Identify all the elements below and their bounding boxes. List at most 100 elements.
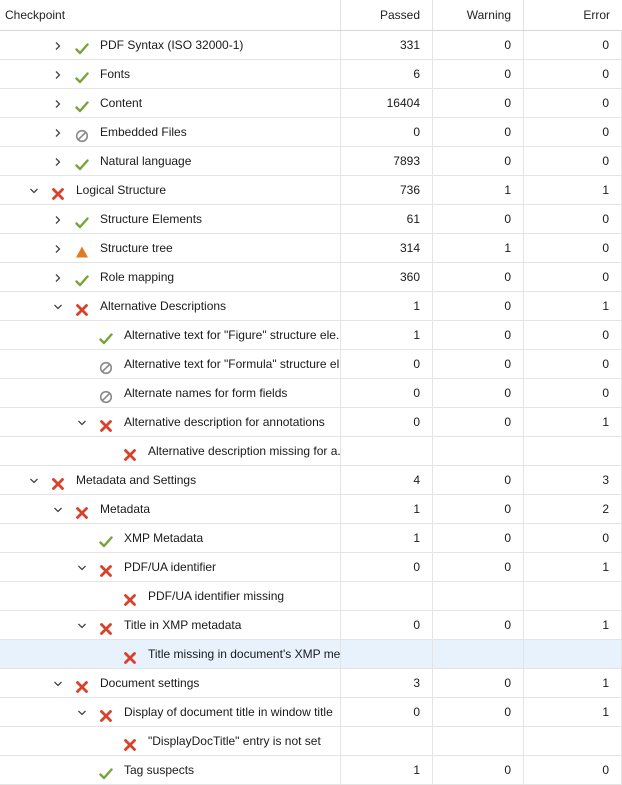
checkpoint-label: Role mapping xyxy=(100,270,175,284)
warning-count: 0 xyxy=(433,524,524,552)
tree-row[interactable]: Logical Structure 736 1 1 xyxy=(0,176,622,205)
tree-row[interactable]: Alternative description for annotations 0… xyxy=(0,408,622,437)
chevron-right-icon[interactable] xyxy=(51,147,65,175)
checkpoint-label: Alternative text for "Figure" structure … xyxy=(124,328,341,342)
checkpoint-cell: Alternative text for "Figure" structure … xyxy=(0,321,341,349)
tree-row[interactable]: "DisplayDocTitle" entry is not set xyxy=(0,727,622,756)
error-count: 1 xyxy=(524,669,622,697)
check-icon xyxy=(75,212,89,229)
warning-count: 1 xyxy=(433,234,524,262)
tree-row[interactable]: Alternative Descriptions 1 0 1 xyxy=(0,292,622,321)
error-count: 1 xyxy=(524,408,622,436)
chevron-down-icon[interactable] xyxy=(51,292,65,320)
tree-row[interactable]: Title missing in document's XMP meta... xyxy=(0,640,622,669)
error-count: 0 xyxy=(524,756,622,784)
column-header-error[interactable]: Error xyxy=(524,0,622,30)
passed-count: 0 xyxy=(341,379,433,407)
passed-count: 61 xyxy=(341,205,433,233)
tree-row[interactable]: Display of document title in window titl… xyxy=(0,698,622,727)
error-x-icon xyxy=(99,560,113,577)
checkpoint-cell: Metadata xyxy=(0,495,341,523)
error-count: 1 xyxy=(524,176,622,204)
chevron-down-icon[interactable] xyxy=(27,176,41,204)
chevron-down-icon[interactable] xyxy=(27,466,41,494)
tree-row[interactable]: Content 16404 0 0 xyxy=(0,89,622,118)
chevron-right-icon[interactable] xyxy=(51,31,65,59)
tree-row[interactable]: Structure tree 314 1 0 xyxy=(0,234,622,263)
checkpoint-cell: Fonts xyxy=(0,60,341,88)
warning-count xyxy=(433,582,524,610)
column-header-passed[interactable]: Passed xyxy=(341,0,433,30)
warning-count: 0 xyxy=(433,669,524,697)
chevron-down-icon[interactable] xyxy=(51,669,65,697)
tree-row[interactable]: Alternative text for "Figure" structure … xyxy=(0,321,622,350)
tree-row[interactable]: Document settings 3 0 1 xyxy=(0,669,622,698)
column-header-checkpoint[interactable]: Checkpoint xyxy=(0,0,341,30)
tree-row[interactable]: Natural language 7893 0 0 xyxy=(0,147,622,176)
warning-count: 0 xyxy=(433,698,524,726)
tree-row[interactable]: XMP Metadata 1 0 0 xyxy=(0,524,622,553)
error-count: 0 xyxy=(524,263,622,291)
checkpoint-label: Alternative Descriptions xyxy=(100,299,227,313)
checkpoint-cell: Tag suspects xyxy=(0,756,341,784)
tree-row[interactable]: Alternative text for "Formula" structure… xyxy=(0,350,622,379)
warning-count: 0 xyxy=(433,263,524,291)
skipped-icon xyxy=(99,386,113,404)
tree-row[interactable]: Fonts 6 0 0 xyxy=(0,60,622,89)
error-count: 0 xyxy=(524,350,622,378)
checkpoint-cell: PDF Syntax (ISO 32000-1) xyxy=(0,31,341,59)
checkpoint-label: PDF/UA identifier missing xyxy=(148,589,285,603)
tree-row[interactable]: PDF Syntax (ISO 32000-1) 331 0 0 xyxy=(0,31,622,60)
warning-count: 0 xyxy=(433,89,524,117)
check-icon xyxy=(99,531,113,548)
check-icon xyxy=(75,67,89,84)
error-x-icon xyxy=(99,415,113,432)
passed-count: 0 xyxy=(341,611,433,639)
chevron-down-icon[interactable] xyxy=(75,408,89,436)
check-icon xyxy=(99,763,113,780)
error-x-icon xyxy=(123,444,137,461)
passed-count: 3 xyxy=(341,669,433,697)
tree-row[interactable]: PDF/UA identifier 0 0 1 xyxy=(0,553,622,582)
passed-count: 360 xyxy=(341,263,433,291)
checkpoint-cell: Logical Structure xyxy=(0,176,341,204)
tree-row[interactable]: Title in XMP metadata 0 0 1 xyxy=(0,611,622,640)
warning-count: 0 xyxy=(433,31,524,59)
checkpoint-cell: Title in XMP metadata xyxy=(0,611,341,639)
tree-row[interactable]: PDF/UA identifier missing xyxy=(0,582,622,611)
chevron-down-icon[interactable] xyxy=(75,553,89,581)
chevron-right-icon[interactable] xyxy=(51,118,65,146)
warning-count xyxy=(433,437,524,465)
passed-count: 16404 xyxy=(341,89,433,117)
tree-row[interactable]: Metadata 1 0 2 xyxy=(0,495,622,524)
checkpoint-cell: Alternative description missing for a... xyxy=(0,437,341,465)
error-count: 0 xyxy=(524,89,622,117)
chevron-right-icon[interactable] xyxy=(51,89,65,117)
warning-count: 0 xyxy=(433,292,524,320)
chevron-right-icon[interactable] xyxy=(51,263,65,291)
checkpoint-label: "DisplayDocTitle" entry is not set xyxy=(148,734,321,748)
chevron-down-icon[interactable] xyxy=(75,698,89,726)
chevron-down-icon[interactable] xyxy=(75,611,89,639)
passed-count: 331 xyxy=(341,31,433,59)
checkpoint-label: Document settings xyxy=(100,676,200,690)
chevron-right-icon[interactable] xyxy=(51,60,65,88)
checkpoint-tree-grid: Checkpoint Passed Warning Error PDF Synt… xyxy=(0,0,622,785)
tree-row[interactable]: Metadata and Settings 4 0 3 xyxy=(0,466,622,495)
chevron-down-icon[interactable] xyxy=(51,495,65,523)
checkpoint-cell: XMP Metadata xyxy=(0,524,341,552)
chevron-right-icon[interactable] xyxy=(51,234,65,262)
tree-row[interactable]: Tag suspects 1 0 0 xyxy=(0,756,622,785)
passed-count: 1 xyxy=(341,756,433,784)
passed-count: 0 xyxy=(341,118,433,146)
column-header-warning[interactable]: Warning xyxy=(433,0,524,30)
tree-row[interactable]: Structure Elements 61 0 0 xyxy=(0,205,622,234)
error-x-icon xyxy=(99,705,113,722)
tree-row[interactable]: Role mapping 360 0 0 xyxy=(0,263,622,292)
tree-row[interactable]: Alternative description missing for a... xyxy=(0,437,622,466)
passed-count: 1 xyxy=(341,524,433,552)
tree-row[interactable]: Alternate names for form fields 0 0 0 xyxy=(0,379,622,408)
tree-row[interactable]: Embedded Files 0 0 0 xyxy=(0,118,622,147)
chevron-right-icon[interactable] xyxy=(51,205,65,233)
warning-count: 0 xyxy=(433,466,524,494)
